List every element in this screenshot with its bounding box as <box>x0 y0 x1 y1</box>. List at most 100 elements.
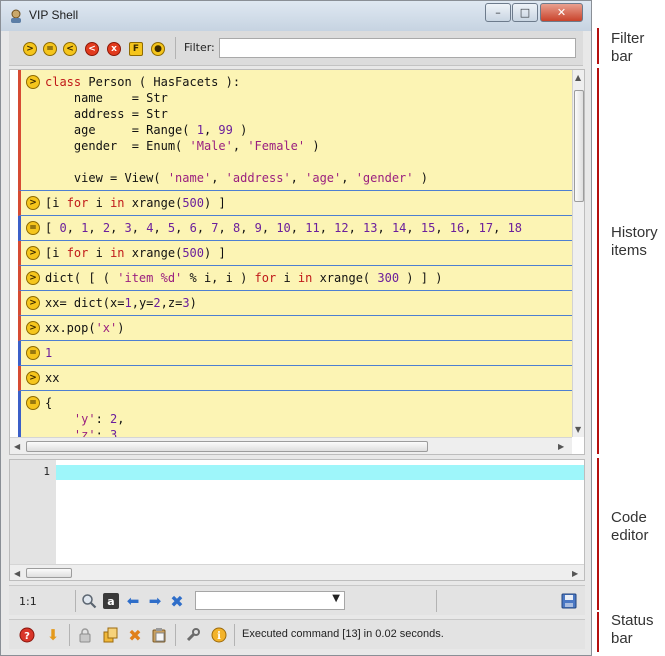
toolbar-separator <box>75 590 76 612</box>
back-icon[interactable]: < <box>63 42 77 56</box>
command-icon[interactable]: > <box>26 196 40 210</box>
current-line[interactable] <box>56 465 584 480</box>
line-number: 1 <box>43 465 50 478</box>
annotation-text: Status <box>611 612 654 629</box>
history-item[interactable]: > dict( [ ( 'item %d' % i, i ) for i in x… <box>18 266 572 291</box>
maximize-button[interactable]: □ <box>512 3 538 22</box>
annotation-history-items: History items <box>611 224 658 260</box>
history-item[interactable]: > [i for i in xrange(500) ] <box>18 191 572 216</box>
scroll-right-icon[interactable]: ▶ <box>558 442 564 451</box>
history-command-text: [i for i in xrange(500) ] <box>45 246 226 260</box>
annotation-line-filter-bar <box>597 28 599 64</box>
filter-input[interactable] <box>219 38 576 58</box>
annotation-text: bar <box>611 630 633 647</box>
svg-text:?: ? <box>24 631 30 642</box>
execute-icon[interactable]: > <box>23 42 37 56</box>
paste-icon[interactable] <box>151 627 167 643</box>
annotation-text: items <box>611 242 647 259</box>
arrow-right-icon[interactable]: ➡ <box>147 592 163 610</box>
filter-bar: > = < < x F ● Filter: <box>9 31 583 66</box>
annotation-text: editor <box>611 527 649 544</box>
annotation-text: bar <box>611 48 633 65</box>
lock-icon[interactable] <box>77 627 93 643</box>
file-icon[interactable]: F <box>129 42 143 56</box>
copy-icon[interactable] <box>103 627 119 643</box>
info-icon[interactable]: i <box>211 627 227 643</box>
command-icon[interactable]: > <box>26 271 40 285</box>
history-vertical-scroll-thumb[interactable] <box>574 90 584 202</box>
output-icon[interactable]: = <box>26 346 40 360</box>
history-horizontal-scrollbar[interactable]: ◀ ▶ <box>10 437 572 454</box>
history-horizontal-scroll-thumb[interactable] <box>26 441 428 452</box>
minimize-button[interactable]: – <box>485 3 511 22</box>
history-output-text: { 'y': 2, 'z': 3 } <box>45 396 125 437</box>
status-bar: ? ⬇ ✖ i Executed command [13] in 0.02 se… <box>9 619 585 649</box>
wrench-icon[interactable] <box>185 627 201 643</box>
editor-toolbar: 1:1 a ⬅ ➡ ✖ ▼ <box>9 585 585 615</box>
history-item[interactable]: > xx= dict(x=1,y=2,z=3) <box>18 291 572 316</box>
scroll-left-icon[interactable]: ◀ <box>14 569 20 578</box>
filter-label: Filter: <box>184 41 215 54</box>
save-icon[interactable] <box>561 593 577 609</box>
editor-horizontal-scrollbar[interactable]: ◀ ▶ <box>10 564 584 580</box>
annotation-text: History <box>611 224 658 241</box>
output-icon[interactable]: = <box>43 42 57 56</box>
history-command-text: dict( [ ( 'item %d' % i, i ) for i in xr… <box>45 271 443 285</box>
cursor-position: 1:1 <box>19 595 37 608</box>
arrow-down-icon[interactable]: ⬇ <box>45 626 61 644</box>
history-output-text: 1 <box>45 346 53 360</box>
annotation-line-history-items <box>597 68 599 454</box>
history-command-text: xx <box>45 371 60 385</box>
match-case-icon[interactable]: a <box>103 593 119 609</box>
search-icon[interactable] <box>81 593 97 609</box>
command-icon[interactable]: > <box>26 321 40 335</box>
output-icon[interactable]: = <box>26 221 40 235</box>
window-title: VIP Shell <box>29 8 79 22</box>
cut-icon[interactable]: ✖ <box>127 626 143 645</box>
help-icon[interactable]: ? <box>19 627 35 643</box>
history-list: > class Person ( HasFacets ): name = Str … <box>10 70 572 437</box>
scroll-up-icon[interactable]: ▲ <box>575 73 581 82</box>
clear-search-icon[interactable]: ✖ <box>169 592 185 611</box>
history-item[interactable]: > xx.pop('x') <box>18 316 572 341</box>
history-item[interactable]: > class Person ( HasFacets ): name = Str … <box>18 70 572 191</box>
delete-icon[interactable]: x <box>107 42 121 56</box>
arrow-left-icon[interactable]: ⬅ <box>125 592 141 610</box>
command-icon[interactable]: > <box>26 296 40 310</box>
chevron-down-icon[interactable]: ▼ <box>332 593 340 604</box>
line-number-gutter: 1 <box>10 460 56 564</box>
history-command-text: xx.pop('x') <box>45 321 125 335</box>
history-command-text: class Person ( HasFacets ): name = Str a… <box>45 75 428 185</box>
vip-shell-window: VIP Shell – □ ✕ > = < < x F ● Filter: > class P… <box>0 0 592 656</box>
command-icon[interactable]: > <box>26 371 40 385</box>
svg-text:i: i <box>217 631 221 642</box>
annotation-text: Code <box>611 509 647 526</box>
scroll-down-icon[interactable]: ▼ <box>575 425 581 434</box>
command-icon[interactable]: > <box>26 75 40 89</box>
annotation-line-code-editor <box>597 458 599 610</box>
scroll-right-icon[interactable]: ▶ <box>572 569 578 578</box>
code-editor[interactable]: 1 ◀ ▶ <box>9 459 585 581</box>
toolbar-separator <box>175 37 176 59</box>
close-button[interactable]: ✕ <box>540 3 583 22</box>
history-item[interactable]: > xx <box>18 366 572 391</box>
editor-horizontal-scroll-thumb[interactable] <box>26 568 72 578</box>
annotation-filter-bar: Filter bar <box>611 30 644 66</box>
history-item[interactable]: = 1 <box>18 341 572 366</box>
annotation-line-status-bar <box>597 612 599 652</box>
annotation-code-editor: Code editor <box>611 509 649 545</box>
search-combo[interactable]: ▼ <box>195 591 345 610</box>
history-item[interactable]: = { 'y': 2, 'z': 3 } <box>18 391 572 437</box>
history-vertical-scrollbar[interactable]: ▲ ▼ <box>572 70 584 437</box>
eye-icon[interactable]: ● <box>151 42 165 56</box>
command-icon[interactable]: > <box>26 246 40 260</box>
history-panel: > class Person ( HasFacets ): name = Str … <box>9 69 585 455</box>
scroll-left-icon[interactable]: ◀ <box>14 442 20 451</box>
toolbar-separator <box>175 624 176 646</box>
history-item[interactable]: > [i for i in xrange(500) ] <box>18 241 572 266</box>
history-item[interactable]: = [ 0, 1, 2, 3, 4, 5, 6, 7, 8, 9, 10, 11,… <box>18 216 572 241</box>
status-message: Executed command [13] in 0.02 seconds. <box>242 628 444 640</box>
back-red-icon[interactable]: < <box>85 42 99 56</box>
output-icon[interactable]: = <box>26 396 40 410</box>
app-icon <box>11 9 21 23</box>
